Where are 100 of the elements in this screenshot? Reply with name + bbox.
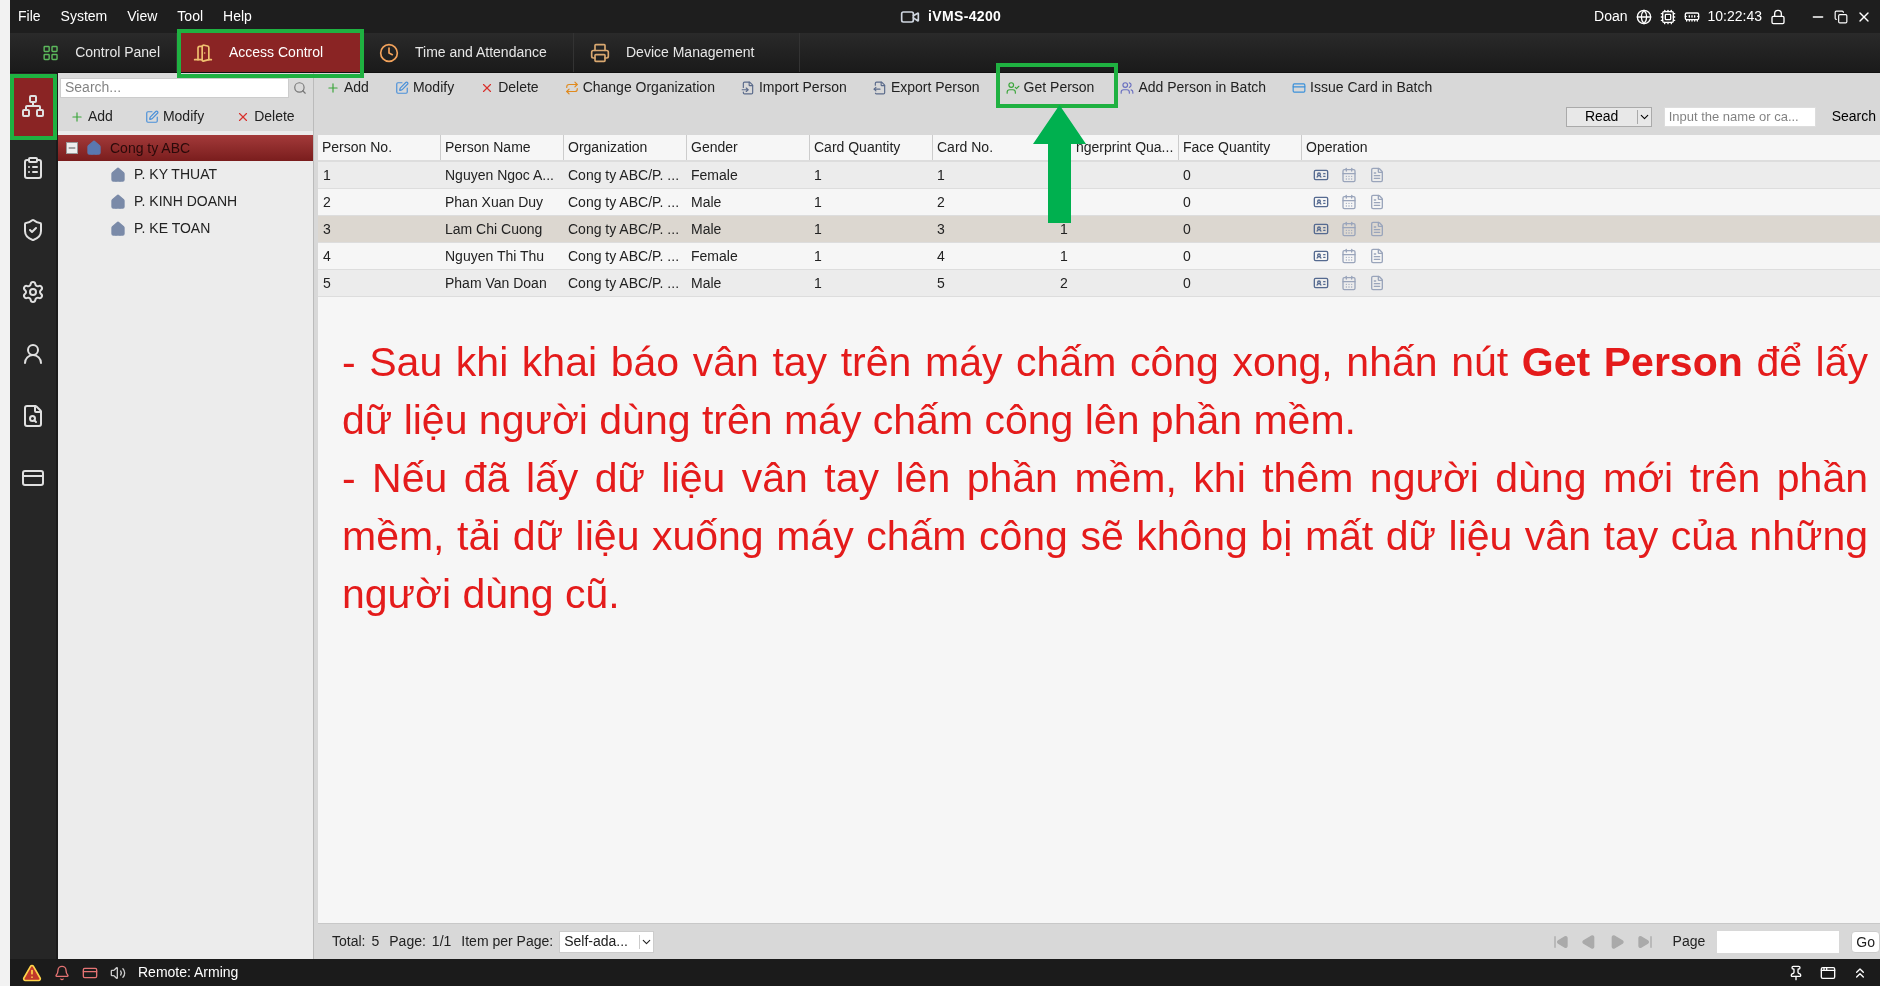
annotation-text: - Sau khi khai báo vân tay trên máy chấm công xong, nhấn nút Get Person để lấy dữ liệu người dùng trên máy chấm công lên phần mềm. bbox=[342, 338, 1868, 445]
table-cell: 5 bbox=[323, 274, 331, 291]
toolbar-button[interactable]: Import Person bbox=[732, 75, 855, 100]
import-icon bbox=[740, 80, 755, 95]
table-cell: 1 bbox=[814, 247, 822, 264]
card-icon[interactable] bbox=[1313, 194, 1329, 210]
speaker-icon[interactable] bbox=[110, 964, 126, 981]
org-chart-icon bbox=[21, 94, 45, 118]
card-icon bbox=[1292, 80, 1307, 95]
menu-item[interactable]: View bbox=[127, 6, 158, 27]
module-tab[interactable]: Time and Attendance bbox=[363, 33, 574, 72]
user-name: Doan bbox=[1594, 7, 1628, 26]
goto-page-label: Page bbox=[1672, 932, 1706, 951]
toolbar-button[interactable]: Add bbox=[62, 104, 121, 129]
table-cell: 1 bbox=[937, 166, 945, 183]
tree-label: P. KY THUAT bbox=[134, 165, 217, 184]
column-header[interactable]: Face Quantity bbox=[1183, 137, 1271, 158]
toolbar-button[interactable]: Issue Card in Batch bbox=[1284, 75, 1441, 100]
card-icon[interactable] bbox=[1313, 275, 1329, 291]
column-header[interactable]: Card Quantity bbox=[814, 137, 901, 158]
table-cell: 5 bbox=[937, 274, 945, 291]
menu-item[interactable]: Tool bbox=[177, 6, 204, 27]
toolbar-button[interactable]: Modify bbox=[386, 75, 463, 100]
table-cell: Male bbox=[691, 193, 722, 210]
table-row[interactable]: 1 Nguyen Ngoc A... Cong ty ABC/P. ... Female 1 1 0 bbox=[318, 162, 1880, 189]
tree-label: P. KINH DOANH bbox=[134, 192, 238, 211]
search-field[interactable]: Search... bbox=[60, 77, 289, 98]
table-cell: Female bbox=[691, 166, 738, 183]
bell-icon[interactable] bbox=[54, 964, 70, 981]
column-header[interactable]: Operation bbox=[1306, 137, 1368, 158]
house-icon bbox=[110, 193, 126, 210]
highlight-frame bbox=[10, 74, 57, 140]
table-cell: 0 bbox=[1183, 220, 1191, 237]
table-cell: Lam Chi Cuong bbox=[445, 220, 543, 237]
table-cell: 0 bbox=[1183, 274, 1191, 291]
alarm-icon[interactable] bbox=[22, 962, 42, 983]
window-icon[interactable] bbox=[1820, 964, 1836, 981]
card-icon[interactable] bbox=[1313, 167, 1329, 183]
module-tab[interactable]: Device Management bbox=[574, 33, 800, 72]
toolbar-button[interactable]: Modify bbox=[136, 104, 213, 129]
menu-item[interactable]: Help bbox=[223, 6, 252, 27]
column-header[interactable]: Person Name bbox=[445, 137, 531, 158]
go-button[interactable]: Go bbox=[1851, 930, 1880, 953]
table-cell: 4 bbox=[937, 247, 945, 264]
per-page-dropdown[interactable]: Self-ada... bbox=[559, 930, 655, 953]
column-header[interactable]: ngerprint Qua... bbox=[1076, 137, 1174, 158]
page-number-field[interactable] bbox=[1717, 930, 1840, 953]
export-icon bbox=[872, 80, 887, 95]
column-header[interactable]: Organization bbox=[568, 137, 648, 158]
edit-icon bbox=[144, 109, 159, 124]
door-icon bbox=[193, 42, 213, 63]
person-check-icon bbox=[1005, 80, 1020, 95]
table-row[interactable]: 3 Lam Chi Cuong Cong ty ABC/P. ... Male 1 3 1 0 bbox=[318, 216, 1880, 243]
pin-icon[interactable] bbox=[1788, 964, 1804, 981]
lock-icon[interactable] bbox=[1770, 8, 1786, 25]
name-search-field[interactable]: Input the name or ca... bbox=[1663, 106, 1816, 127]
house-icon bbox=[110, 166, 126, 183]
table-cell: Pham Van Doan bbox=[445, 274, 547, 291]
module-tab[interactable]: Control Panel bbox=[26, 33, 177, 72]
column-header[interactable]: Gender bbox=[691, 137, 738, 158]
mode-dropdown[interactable]: Read bbox=[1565, 106, 1652, 127]
person-icon bbox=[21, 342, 45, 366]
printer-icon bbox=[590, 42, 610, 63]
table-cell: Nguyen Thi Thu bbox=[445, 247, 545, 264]
tree-item[interactable]: P. KE TOAN bbox=[58, 215, 313, 242]
table-cell: 2 bbox=[323, 193, 331, 210]
card-icon[interactable] bbox=[1313, 248, 1329, 264]
clock-time: 10:22:43 bbox=[1707, 7, 1762, 26]
menu-item[interactable]: System bbox=[60, 6, 108, 27]
toolbar-button[interactable]: Add Person in Batch bbox=[1112, 75, 1275, 100]
globe-icon bbox=[1635, 8, 1652, 25]
total-label: Total: bbox=[332, 932, 366, 951]
toolbar-button[interactable]: Delete bbox=[472, 75, 547, 100]
table-cell: 1 bbox=[814, 274, 822, 291]
column-header[interactable]: Person No. bbox=[322, 137, 393, 158]
table-cell: Female bbox=[691, 247, 738, 264]
swap-icon bbox=[564, 80, 579, 95]
toolbar-button[interactable]: Get Person bbox=[997, 75, 1103, 100]
search-button[interactable]: Search bbox=[1827, 106, 1880, 127]
table-cell: 0 bbox=[1183, 193, 1191, 210]
table-cell: 4 bbox=[323, 247, 331, 264]
table-cell: 2 bbox=[1060, 274, 1068, 291]
toolbar-button[interactable]: Delete bbox=[228, 104, 303, 129]
column-header[interactable]: Card No. bbox=[937, 137, 994, 158]
tree-label: P. KE TOAN bbox=[134, 219, 211, 238]
restore-icon[interactable] bbox=[1834, 9, 1848, 24]
table-cell: Male bbox=[691, 274, 722, 291]
search-icon[interactable] bbox=[293, 80, 307, 95]
tree-item[interactable]: P. KINH DOANH bbox=[58, 188, 313, 215]
card-icon[interactable] bbox=[1313, 221, 1329, 237]
table-cell: Cong ty ABC/P. ... bbox=[568, 274, 680, 291]
tree-item[interactable]: P. KY THUAT bbox=[58, 161, 313, 188]
people-icon bbox=[1120, 80, 1135, 95]
toolbar-button[interactable]: Export Person bbox=[864, 75, 988, 100]
toolbar-button[interactable]: Change Organization bbox=[556, 75, 723, 100]
house-icon bbox=[86, 140, 102, 156]
table-cell: 3 bbox=[323, 220, 331, 237]
table-row[interactable]: 5 Pham Van Doan Cong ty ABC/P. ... Male 1 5 2 0 bbox=[318, 270, 1880, 297]
toolbar-button[interactable]: Add bbox=[318, 75, 377, 100]
menu-item[interactable]: File bbox=[18, 6, 41, 27]
